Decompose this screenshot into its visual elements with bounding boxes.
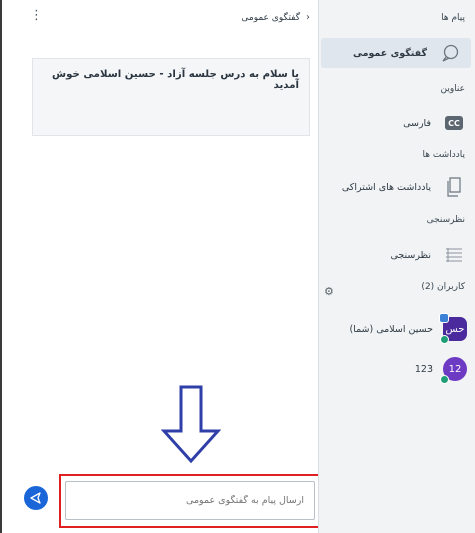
sidebar-item-label: یادداشت های اشتراکی xyxy=(341,181,431,193)
user-name: حسین اسلامی (شما) xyxy=(349,323,433,335)
sidebar-item-label: گفتگوی عمومی xyxy=(352,47,427,59)
mic-status-icon xyxy=(440,335,449,344)
chat-title: گفتگوی عمومی xyxy=(241,12,300,23)
welcome-message: با سلام به درس جلسه آزاد - حسین اسلامی خ… xyxy=(32,58,310,136)
headphones-status-icon xyxy=(440,375,449,384)
user-name: 123 xyxy=(414,363,433,375)
notes-section-title: یادداشت ها xyxy=(422,150,466,160)
chat-back-button[interactable]: ‹ گفتگوی عمومی xyxy=(241,12,310,23)
avatar: 12 xyxy=(440,357,467,384)
chevron-right-icon: ‹ xyxy=(306,12,310,23)
send-button[interactable] xyxy=(24,486,48,510)
avatar: حس xyxy=(439,313,467,344)
user-list-item[interactable]: 12 123 xyxy=(318,352,475,386)
users-section-title: کاربران (2) xyxy=(421,282,465,292)
list-icon xyxy=(441,242,467,268)
input-highlight-frame xyxy=(59,474,322,528)
chat-bubble-icon xyxy=(437,40,463,66)
polls-section-title: نظرسنجی xyxy=(426,215,465,225)
sidebar-item-public-chat[interactable]: گفتگوی عمومی xyxy=(321,38,471,68)
down-arrow-icon xyxy=(161,385,221,464)
gear-icon[interactable]: ⚙ xyxy=(324,285,334,298)
cc-icon: CC xyxy=(441,110,467,136)
presenter-icon xyxy=(439,313,449,323)
kebab-menu-icon[interactable]: ⋮ xyxy=(30,9,43,22)
sidebar-item-polling[interactable]: نظرسنجی xyxy=(318,240,475,270)
document-icon xyxy=(441,174,467,200)
sidebar-item-label: فارسی xyxy=(403,117,431,129)
sidebar-item-captions[interactable]: CC فارسی xyxy=(318,108,475,138)
avatar-initials: حس xyxy=(445,323,465,335)
chat-header: ‹ گفتگوی عمومی ⋮ xyxy=(14,8,310,28)
chat-panel: ‹ گفتگوی عمومی ⋮ با سلام به درس جلسه آزا… xyxy=(4,0,322,533)
cc-badge: CC xyxy=(445,116,463,130)
sidebar-item-shared-notes[interactable]: یادداشت های اشتراکی xyxy=(318,172,475,202)
messages-section-title: پیام ها xyxy=(441,13,465,23)
sidebar: پیام ها گفتگوی عمومی عناوین CC فارسی یاد… xyxy=(318,0,475,533)
send-icon xyxy=(30,492,41,504)
sidebar-item-label: نظرسنجی xyxy=(390,249,431,261)
avatar-initials: 12 xyxy=(448,363,462,375)
user-list-item[interactable]: حس حسین اسلامی (شما) xyxy=(318,312,475,346)
app-root: ‹ گفتگوی عمومی ⋮ با سلام به درس جلسه آزا… xyxy=(0,0,475,533)
chat-message-input[interactable] xyxy=(65,481,315,520)
captions-section-title: عناوین xyxy=(440,84,465,94)
